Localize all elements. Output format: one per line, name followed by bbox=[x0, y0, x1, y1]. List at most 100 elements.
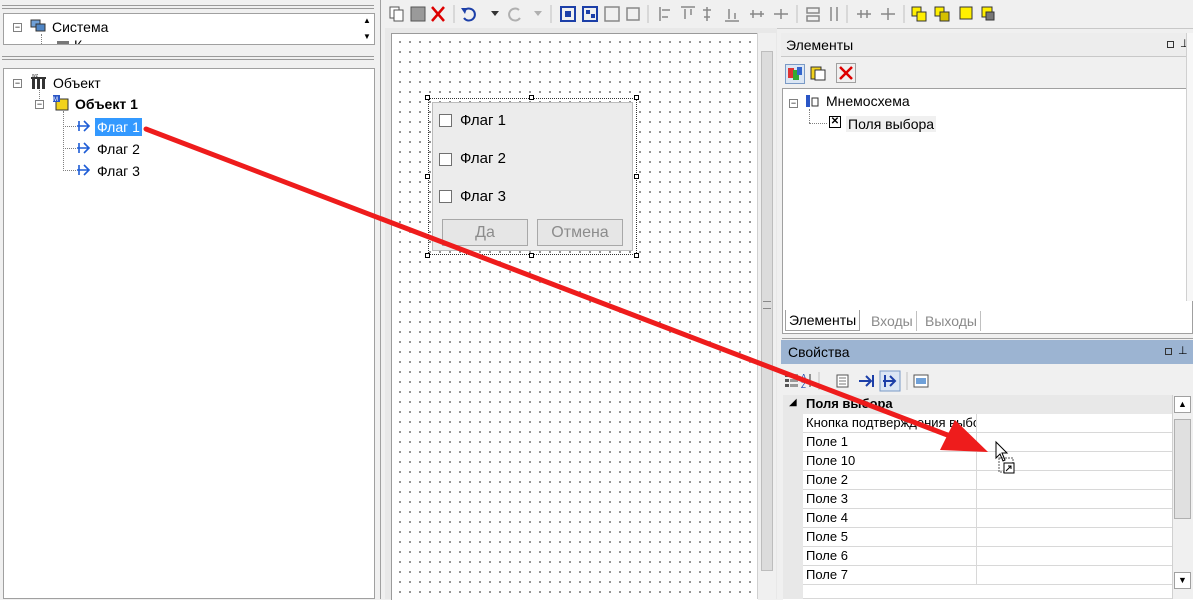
align-icon bbox=[659, 6, 788, 22]
resize-handle[interactable] bbox=[425, 253, 430, 258]
align-icon bbox=[626, 7, 640, 21]
sort-az-icon: AZ bbox=[801, 373, 811, 390]
property-name: Поле 2 bbox=[806, 472, 848, 487]
property-value[interactable] bbox=[976, 509, 1173, 527]
property-scrollbar[interactable]: ▲ ▼ bbox=[1172, 395, 1193, 599]
property-value[interactable] bbox=[976, 414, 1173, 432]
property-row[interactable]: Поле 5 bbox=[803, 528, 1172, 547]
resize-handle[interactable] bbox=[634, 95, 639, 100]
tree-item-label[interactable]: Мнемосхема bbox=[826, 93, 910, 109]
property-value[interactable] bbox=[976, 433, 1173, 451]
checkbox-flag-1[interactable] bbox=[439, 114, 452, 127]
property-value[interactable] bbox=[976, 471, 1173, 489]
computer-icon bbox=[30, 19, 46, 33]
property-name: Поле 6 bbox=[806, 548, 848, 563]
tab-inputs[interactable]: Входы bbox=[871, 311, 917, 331]
panel-header: Свойства ⊥ bbox=[781, 340, 1193, 364]
tree-item-label[interactable]: Объект bbox=[53, 75, 101, 91]
resize-handle[interactable] bbox=[529, 95, 534, 100]
collapse-toggle[interactable]: − bbox=[13, 79, 22, 88]
cancel-button[interactable]: Отмена bbox=[537, 219, 623, 246]
dialog-preview[interactable]: Флаг 1 Флаг 2 Флаг 3 Да Отмена bbox=[432, 102, 633, 251]
tree-line bbox=[63, 111, 64, 171]
object-icon: wz bbox=[29, 73, 47, 90]
toolbar bbox=[385, 0, 1193, 29]
property-value[interactable] bbox=[976, 566, 1173, 584]
scrollbar-thumb[interactable] bbox=[1174, 419, 1191, 519]
tab-elements[interactable]: Элементы bbox=[785, 310, 861, 331]
property-row[interactable] bbox=[803, 585, 1172, 599]
elements-panel: Элементы ⊥ − Мнемосхема ✕ Поля выбора bbox=[779, 33, 1193, 339]
properties-toolbar: AZ bbox=[785, 370, 929, 392]
tab-outputs[interactable]: Выходы bbox=[925, 311, 981, 331]
property-row[interactable]: Кнопка подтверждения выбора bbox=[803, 414, 1172, 433]
object-tree: − wz Объект − M Объект 1 Флаг 1 Флаг 2 Ф… bbox=[3, 68, 375, 599]
tree-item-label[interactable]: Поля выбора bbox=[846, 116, 937, 132]
scroll-down-arrow[interactable]: ▼ bbox=[362, 32, 372, 42]
scrollbar-thumb[interactable] bbox=[761, 51, 773, 571]
property-row[interactable]: Поле 7 bbox=[803, 566, 1172, 585]
svg-text:M: M bbox=[53, 97, 58, 103]
property-value[interactable] bbox=[976, 528, 1173, 546]
property-value[interactable] bbox=[976, 547, 1173, 565]
tree-item-label[interactable]: Система bbox=[52, 19, 108, 35]
property-row[interactable]: Поле 4 bbox=[803, 509, 1172, 528]
svg-text:wz: wz bbox=[32, 73, 39, 79]
collapse-toggle[interactable]: − bbox=[13, 23, 22, 32]
checkbox-flag-3[interactable] bbox=[439, 190, 452, 203]
right-edge-scroll bbox=[1186, 33, 1193, 301]
property-value[interactable] bbox=[976, 452, 1173, 470]
resize-handle[interactable] bbox=[634, 174, 639, 179]
ungroup-icon bbox=[582, 6, 598, 22]
panel-grip[interactable] bbox=[2, 5, 374, 9]
collapse-toggle[interactable]: − bbox=[789, 99, 798, 108]
property-row[interactable]: Поле 6 bbox=[803, 547, 1172, 566]
checkbox-label: Флаг 2 bbox=[460, 150, 506, 167]
property-value[interactable] bbox=[976, 490, 1173, 508]
input-arrow-icon bbox=[76, 141, 92, 155]
align-icon bbox=[604, 6, 620, 22]
ok-button[interactable]: Да bbox=[442, 219, 528, 246]
add-element-icon[interactable] bbox=[785, 64, 805, 84]
scroll-down-arrow[interactable]: ▼ bbox=[1174, 572, 1191, 589]
output-arrow-icon bbox=[879, 370, 901, 392]
scroll-up-arrow[interactable]: ▲ bbox=[362, 16, 372, 26]
resize-handle[interactable] bbox=[529, 253, 534, 258]
tree-item-flag-2[interactable]: Флаг 2 bbox=[97, 141, 140, 157]
properties-icon[interactable] bbox=[809, 65, 827, 83]
category-row[interactable]: ◢ Поля выбора bbox=[783, 395, 1172, 414]
canvas-scrollbar[interactable] bbox=[757, 33, 776, 599]
property-name: Поле 4 bbox=[806, 510, 848, 525]
checkbox-flag-2[interactable] bbox=[439, 153, 452, 166]
property-row[interactable]: Поле 1 bbox=[803, 433, 1172, 452]
tree-item-flag-3[interactable]: Флаг 3 bbox=[97, 163, 140, 179]
tree-line bbox=[63, 170, 76, 171]
delete-icon[interactable] bbox=[836, 63, 856, 83]
collapse-toggle[interactable]: − bbox=[35, 100, 44, 109]
resize-handle[interactable] bbox=[425, 174, 430, 179]
property-row[interactable]: Поле 2 bbox=[803, 471, 1172, 490]
elements-toolbar bbox=[781, 60, 1193, 86]
input-arrow-icon bbox=[76, 163, 92, 177]
panel-header: Элементы ⊥ bbox=[781, 33, 1193, 57]
property-row[interactable]: Поле 10 bbox=[803, 452, 1172, 471]
pin-icon[interactable]: ⊥ bbox=[1178, 344, 1188, 357]
resize-handle[interactable] bbox=[634, 253, 639, 258]
collapse-triangle-icon[interactable]: ◢ bbox=[789, 397, 797, 408]
tree-item-label[interactable]: Объект 1 bbox=[75, 96, 138, 112]
order-icon bbox=[911, 6, 995, 22]
tree-item-label[interactable]: К bbox=[74, 37, 82, 44]
copy-icon bbox=[389, 6, 404, 22]
left-panel: − Система К ▲ ▼ − wz Объект − M Объект 1 bbox=[0, 0, 381, 599]
scroll-up-arrow[interactable]: ▲ bbox=[1174, 396, 1191, 413]
window-menu-icon[interactable] bbox=[1167, 41, 1174, 48]
categorized-icon bbox=[785, 374, 798, 387]
redo-icon bbox=[508, 7, 521, 22]
tree-item-flag-1[interactable]: Флаг 1 bbox=[95, 118, 142, 136]
panel-grip[interactable] bbox=[2, 56, 374, 60]
resize-handle[interactable] bbox=[425, 95, 430, 100]
window-menu-icon[interactable] bbox=[1165, 348, 1172, 355]
order-icon bbox=[857, 8, 895, 20]
tree-line bbox=[63, 126, 76, 127]
property-row[interactable]: Поле 3 bbox=[803, 490, 1172, 509]
